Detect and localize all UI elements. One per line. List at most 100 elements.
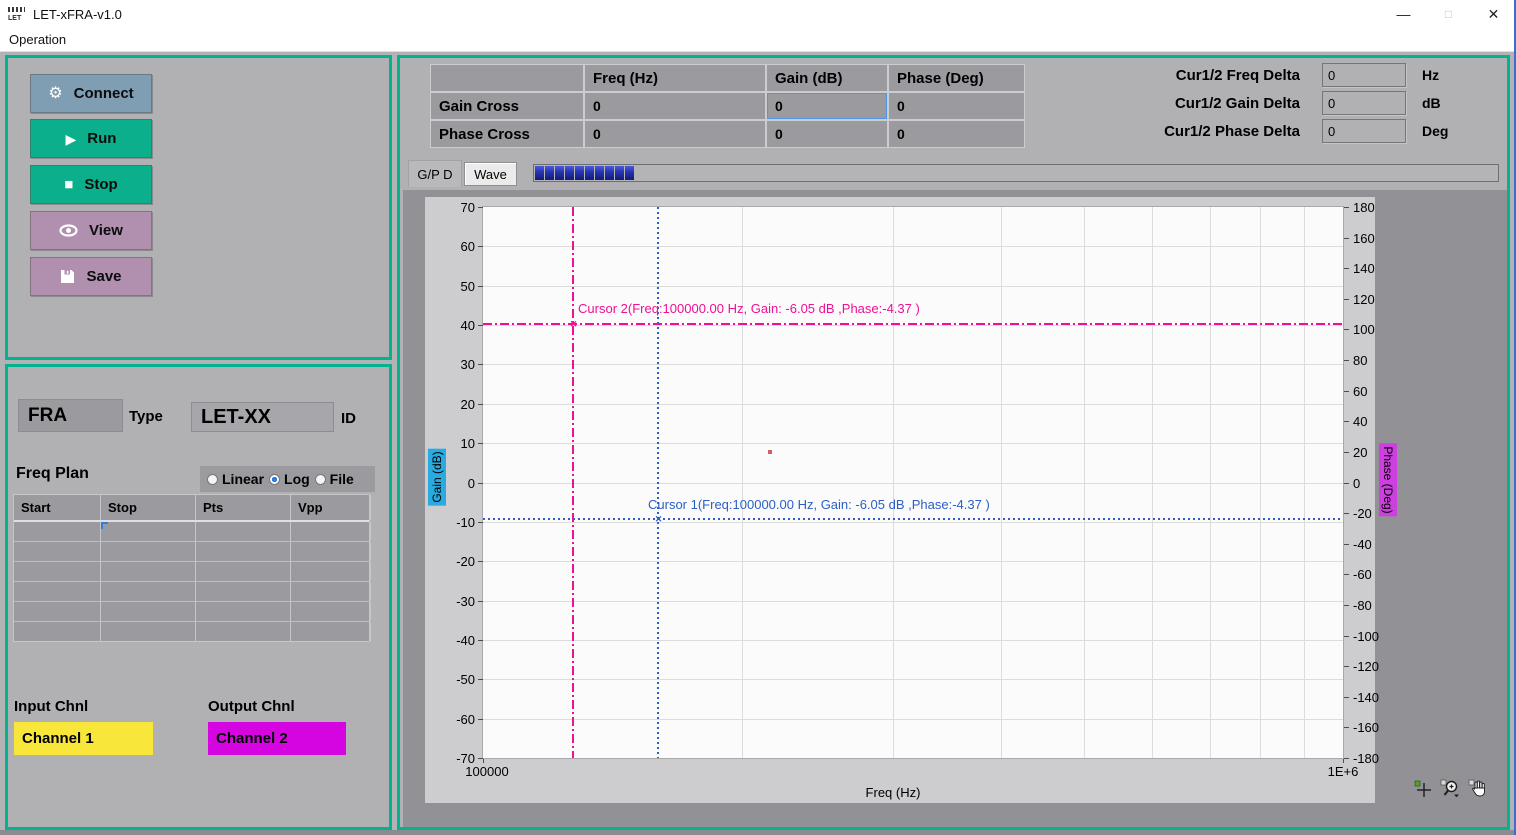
freq-plan-cell[interactable]	[196, 562, 291, 581]
freq-plan-cell[interactable]	[101, 602, 196, 621]
y-tickmark-left	[478, 522, 483, 523]
freq-plan-cell[interactable]	[291, 582, 371, 601]
table-row	[14, 522, 369, 542]
y-tickmark-left	[478, 679, 483, 680]
freq-plan-cell[interactable]	[14, 602, 101, 621]
tab-wave[interactable]: Wave	[464, 162, 517, 186]
gridline-vertical	[893, 207, 894, 758]
save-button[interactable]: Save	[30, 257, 152, 296]
y-tick-label-left: 10	[433, 436, 475, 451]
freq-plan-cell[interactable]	[291, 602, 371, 621]
phase-cross-freq-value[interactable]: 0	[585, 121, 765, 147]
window-title: LET-xFRA-v1.0	[33, 7, 122, 22]
freq-plan-cell[interactable]	[14, 562, 101, 581]
y-tickmark-right	[1344, 758, 1349, 759]
y-tickmark-left	[478, 719, 483, 720]
device-id-field[interactable]: LET-XX	[191, 402, 334, 432]
gain-cross-row-label: Gain Cross	[431, 93, 583, 119]
y-tick-label-left: -10	[433, 515, 475, 530]
y-tick-label-left: -20	[433, 554, 475, 569]
freq-plan-cell[interactable]	[291, 542, 371, 561]
run-button[interactable]: ▶ Run	[30, 119, 152, 158]
freq-plan-cell[interactable]	[291, 622, 371, 641]
freq-plan-cell[interactable]	[291, 562, 371, 581]
graph-tool-palette	[1413, 779, 1488, 798]
gridline-horizontal	[483, 443, 1343, 444]
tab-gpd[interactable]: G/P D	[408, 160, 462, 187]
y-tickmark-right	[1344, 697, 1349, 698]
freq-plan-cell[interactable]	[14, 622, 101, 641]
maximize-button[interactable]: □	[1426, 0, 1471, 28]
minimize-button[interactable]: —	[1381, 0, 1426, 28]
progress-segment	[615, 166, 624, 180]
progress-segment	[575, 166, 584, 180]
menu-operation[interactable]: Operation	[0, 32, 75, 47]
x-tickmark	[1343, 759, 1344, 763]
table-row	[14, 542, 369, 562]
y-tick-label-left: -40	[433, 633, 475, 648]
phase-delta-field[interactable]: 0	[1322, 119, 1406, 143]
radio-file[interactable]: File	[315, 471, 354, 487]
gain-cross-gain-value[interactable]: 0	[767, 93, 887, 119]
freq-plan-cell[interactable]	[101, 562, 196, 581]
freq-plan-cell[interactable]	[101, 542, 196, 561]
freq-plan-cell[interactable]	[14, 522, 101, 541]
progress-bar	[533, 164, 1499, 182]
phase-cross-phase-value[interactable]: 0	[889, 121, 1024, 147]
gridline-horizontal	[483, 325, 1343, 326]
y-tick-label-left: -30	[433, 594, 475, 609]
input-channel-label: Input Chnl	[14, 698, 88, 715]
output-channel-selector[interactable]: Channel 2	[208, 722, 346, 755]
freq-plan-cell[interactable]	[14, 582, 101, 601]
freq-plan-cell[interactable]	[196, 622, 291, 641]
id-label: ID	[341, 410, 356, 427]
col-header-pts: Pts	[196, 495, 291, 520]
config-panel: FRA Type LET-XX ID Freq Plan Linear Log …	[5, 364, 392, 830]
cross-table-header-gain: Gain (dB)	[767, 65, 887, 91]
x-tickmark	[483, 759, 484, 763]
phase-cross-gain-value[interactable]: 0	[767, 121, 887, 147]
phase-axis-title: Phase (Deg)	[1379, 443, 1397, 516]
connect-button[interactable]: ⚙ Connect	[30, 74, 152, 113]
freq-plan-cell[interactable]	[196, 542, 291, 561]
y-tickmark-right	[1344, 483, 1349, 484]
freq-plan-cell[interactable]	[101, 622, 196, 641]
gain-delta-label: Cur1/2 Gain Delta	[1100, 95, 1300, 112]
plot-area[interactable]: ✕Cursor 1(Freq:100000.00 Hz, Gain: -6.05…	[483, 207, 1343, 758]
y-tick-label-right: 100	[1353, 322, 1395, 337]
radio-linear[interactable]: Linear	[207, 471, 264, 487]
cursor1-vline[interactable]	[657, 207, 659, 758]
cursor2-vline[interactable]	[572, 207, 574, 758]
pan-tool[interactable]	[1467, 779, 1488, 798]
cursor1-label: Cursor 1(Freq:100000.00 Hz, Gain: -6.05 …	[648, 497, 990, 512]
close-button[interactable]: ✕	[1471, 0, 1516, 28]
type-label: Type	[129, 408, 163, 425]
y-tick-label-right: -60	[1353, 567, 1395, 582]
y-tickmark-left	[478, 325, 483, 326]
y-tick-label-right: 180	[1353, 200, 1395, 215]
freq-plan-cell[interactable]	[196, 582, 291, 601]
y-tickmark-left	[478, 286, 483, 287]
view-button[interactable]: View	[30, 211, 152, 250]
stop-button[interactable]: ■ Stop	[30, 165, 152, 204]
gain-cross-phase-value[interactable]: 0	[889, 93, 1024, 119]
freq-plan-cell[interactable]	[101, 582, 196, 601]
device-type-field[interactable]: FRA	[18, 399, 123, 432]
cursor2-hline[interactable]	[483, 323, 1343, 325]
freq-plan-cell[interactable]	[14, 542, 101, 561]
radio-log[interactable]: Log	[269, 471, 310, 487]
gain-delta-field[interactable]: 0	[1322, 91, 1406, 115]
cursor1-hline[interactable]	[483, 518, 1343, 520]
control-panel: ⚙ Connect ▶ Run ■ Stop View Sa	[5, 55, 392, 360]
gain-cross-freq-value[interactable]: 0	[585, 93, 765, 119]
crosshair-tool[interactable]	[1413, 779, 1434, 798]
freq-plan-cell[interactable]	[291, 522, 371, 541]
input-channel-selector[interactable]: Channel 1	[14, 722, 153, 755]
zoom-tool[interactable]	[1440, 779, 1461, 798]
freq-plan-cell[interactable]	[196, 602, 291, 621]
freq-plan-table: Start Stop Pts Vpp	[13, 494, 370, 642]
freq-delta-field[interactable]: 0	[1322, 63, 1406, 87]
freq-plan-cell[interactable]	[196, 522, 291, 541]
freq-plan-cell[interactable]	[101, 522, 196, 541]
y-tick-label-right: -40	[1353, 537, 1395, 552]
